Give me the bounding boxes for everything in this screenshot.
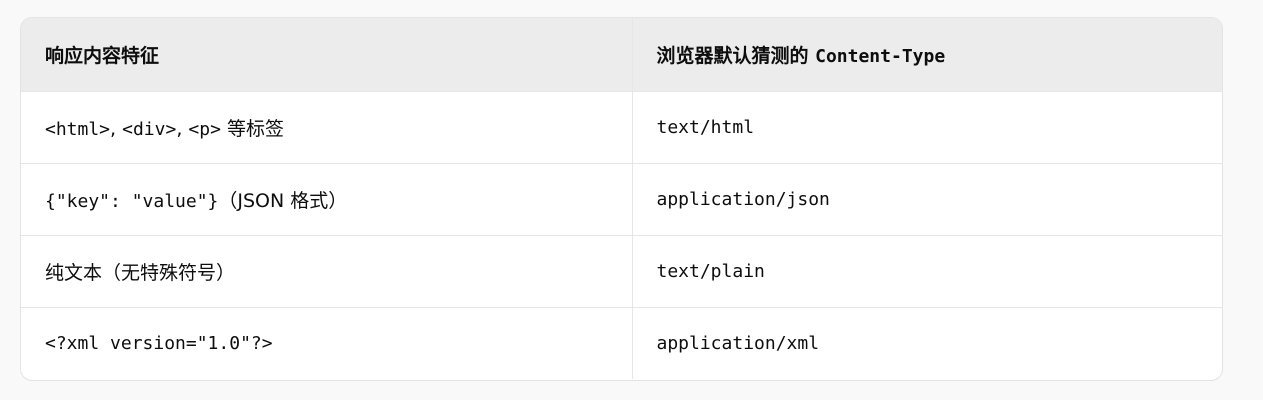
- content-type-value: text/plain: [656, 261, 765, 282]
- feature-code: <div>: [122, 118, 177, 140]
- feature-separator: ,: [110, 117, 123, 140]
- feature-text: 等标签: [220, 117, 284, 140]
- feature-text: （JSON 格式）: [218, 189, 348, 212]
- table-header-row: 响应内容特征 浏览器默认猜测的 Content-Type: [21, 18, 1222, 92]
- table-row: <?xml version="1.0"?> application/xml: [21, 307, 1222, 379]
- cell-feature: 纯文本（无特殊符号）: [21, 235, 633, 308]
- table-row: 纯文本（无特殊符号） text/plain: [21, 235, 1222, 308]
- header-response-feature-label: 响应内容特征: [45, 44, 160, 67]
- table-row: {"key": "value"}（JSON 格式） application/js…: [21, 163, 1222, 236]
- feature-text: 纯文本（无特殊符号）: [45, 261, 236, 284]
- cell-feature: {"key": "value"}（JSON 格式）: [21, 163, 633, 236]
- cell-feature: <?xml version="1.0"?>: [21, 307, 633, 379]
- cell-content-type: application/json: [632, 163, 1222, 236]
- cell-content-type: application/xml: [632, 307, 1222, 379]
- feature-code: <p>: [188, 118, 221, 140]
- content-type-value: text/html: [656, 117, 755, 138]
- content-type-value: application/json: [656, 189, 830, 210]
- header-response-feature: 响应内容特征: [21, 18, 633, 92]
- content-type-table: 响应内容特征 浏览器默认猜测的 Content-Type <html>, <di…: [20, 17, 1223, 381]
- feature-code: <html>: [45, 118, 111, 140]
- header-content-type-prefix: 浏览器默认猜测的: [656, 44, 816, 67]
- header-content-type-code: Content-Type: [815, 45, 946, 67]
- cell-content-type: text/html: [632, 91, 1222, 164]
- table: 响应内容特征 浏览器默认猜测的 Content-Type <html>, <di…: [21, 18, 1222, 379]
- feature-separator: ,: [176, 117, 189, 140]
- feature-code: {"key": "value"}: [45, 190, 219, 212]
- content-type-value: application/xml: [656, 333, 820, 355]
- cell-feature: <html>, <div>, <p> 等标签: [21, 91, 633, 164]
- table-row: <html>, <div>, <p> 等标签 text/html: [21, 91, 1222, 164]
- cell-content-type: text/plain: [632, 235, 1222, 308]
- feature-code: <?xml version="1.0"?>: [45, 333, 273, 355]
- header-content-type: 浏览器默认猜测的 Content-Type: [632, 18, 1222, 92]
